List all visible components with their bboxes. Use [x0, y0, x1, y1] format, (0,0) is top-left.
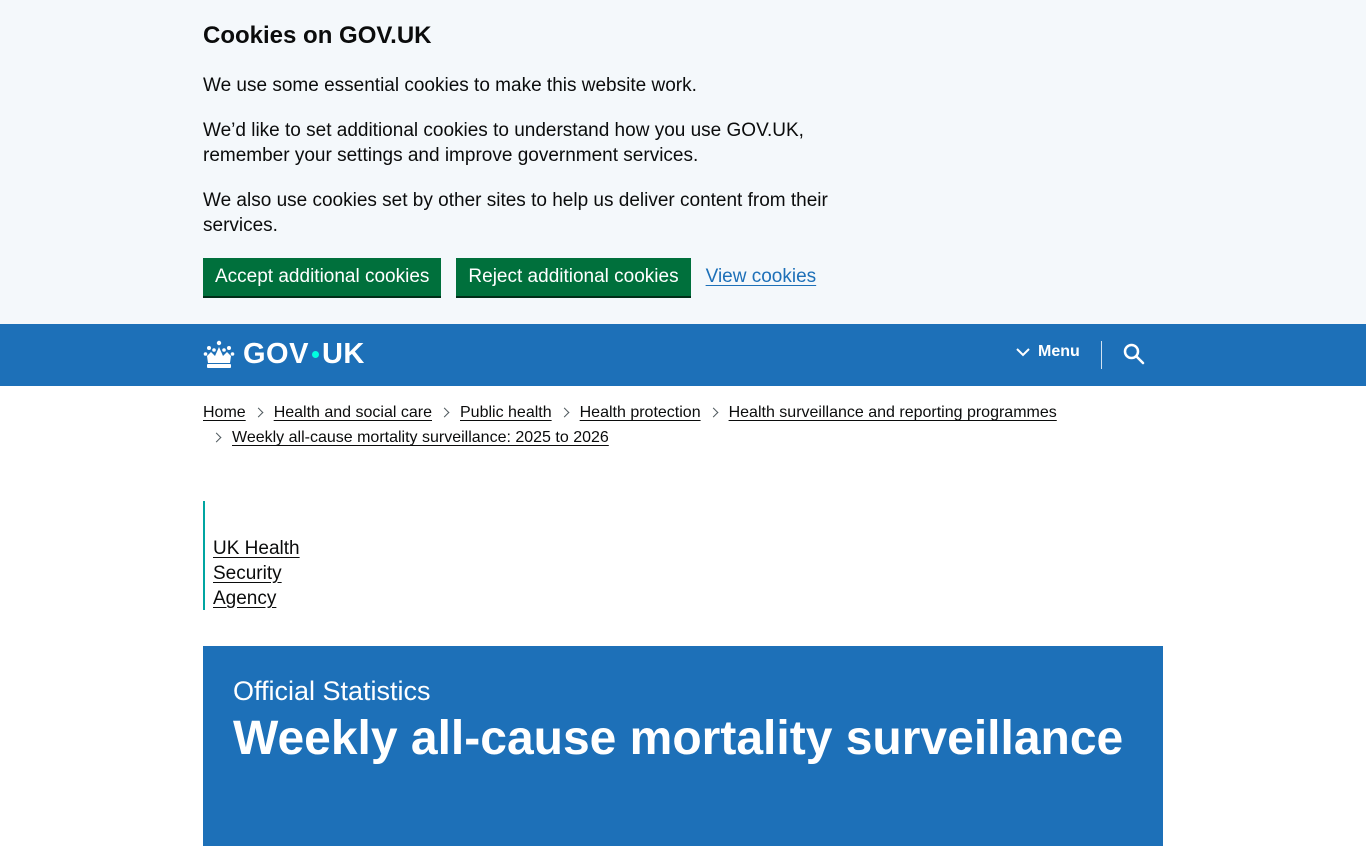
- page-title: Weekly all-cause mortality surveillance: [233, 712, 1124, 765]
- accept-cookies-button[interactable]: Accept additional cookies: [203, 258, 442, 296]
- reject-cookies-button[interactable]: Reject additional cookies: [456, 258, 691, 296]
- wordmark-dot: [311, 351, 319, 358]
- chevron-right-icon: [253, 407, 264, 418]
- menu-button[interactable]: Menu: [1016, 343, 1080, 361]
- wordmark-gov: GOV: [243, 338, 309, 370]
- organisation-logo: UK Health Security Agency: [203, 501, 300, 610]
- chevron-right-icon: [211, 432, 222, 443]
- header-divider: [1101, 341, 1102, 369]
- search-button[interactable]: [1122, 342, 1146, 366]
- document-type: Official Statistics: [233, 676, 431, 706]
- crown-icon: [203, 340, 235, 368]
- organisation-link-line3[interactable]: Agency: [213, 586, 300, 611]
- breadcrumb-health-protection[interactable]: Health protection: [580, 400, 701, 425]
- cookie-banner-text-additional: We’d like to set additional cookies to u…: [203, 120, 804, 166]
- breadcrumb-health-and-social-care[interactable]: Health and social care: [274, 400, 432, 425]
- breadcrumb-row: Weekly all-cause mortality surveillance:…: [203, 425, 1163, 450]
- site-header: GOV UK Menu: [0, 324, 1366, 386]
- cookie-banner-text-essential: We use some essential cookies to make th…: [203, 75, 697, 96]
- chevron-right-icon: [708, 407, 719, 418]
- organisation-link-line2[interactable]: Security: [213, 561, 300, 586]
- view-cookies-link[interactable]: View cookies: [706, 266, 817, 288]
- breadcrumb-public-health[interactable]: Public health: [460, 400, 552, 425]
- chevron-right-icon: [559, 407, 570, 418]
- breadcrumb: Home Health and social care Public healt…: [203, 400, 1163, 450]
- search-icon: [1123, 343, 1145, 365]
- chevron-down-icon: [1016, 347, 1030, 356]
- chevron-right-icon: [439, 407, 450, 418]
- cookie-banner: Cookies on GOV.UK We use some essential …: [0, 0, 1366, 324]
- organisation-link-line1[interactable]: UK Health: [213, 536, 300, 561]
- cookie-banner-text-third-party: We also use cookies set by other sites t…: [203, 190, 828, 236]
- breadcrumb-health-surveillance[interactable]: Health surveillance and reporting progra…: [729, 400, 1057, 425]
- wordmark-uk: UK: [321, 338, 365, 370]
- page-title-block: Official Statistics Weekly all-cause mor…: [203, 646, 1163, 846]
- breadcrumb-weekly-mortality[interactable]: Weekly all-cause mortality surveillance:…: [232, 425, 609, 450]
- cookie-banner-heading: Cookies on GOV.UK: [203, 22, 432, 49]
- menu-button-label: Menu: [1038, 343, 1080, 360]
- breadcrumb-home[interactable]: Home: [203, 400, 246, 425]
- govuk-wordmark: GOV UK: [243, 338, 365, 371]
- breadcrumb-row: Home Health and social care Public healt…: [203, 400, 1163, 425]
- govuk-logo-link[interactable]: GOV UK: [203, 338, 365, 371]
- cookie-banner-actions: Accept additional cookies Reject additio…: [203, 258, 1366, 296]
